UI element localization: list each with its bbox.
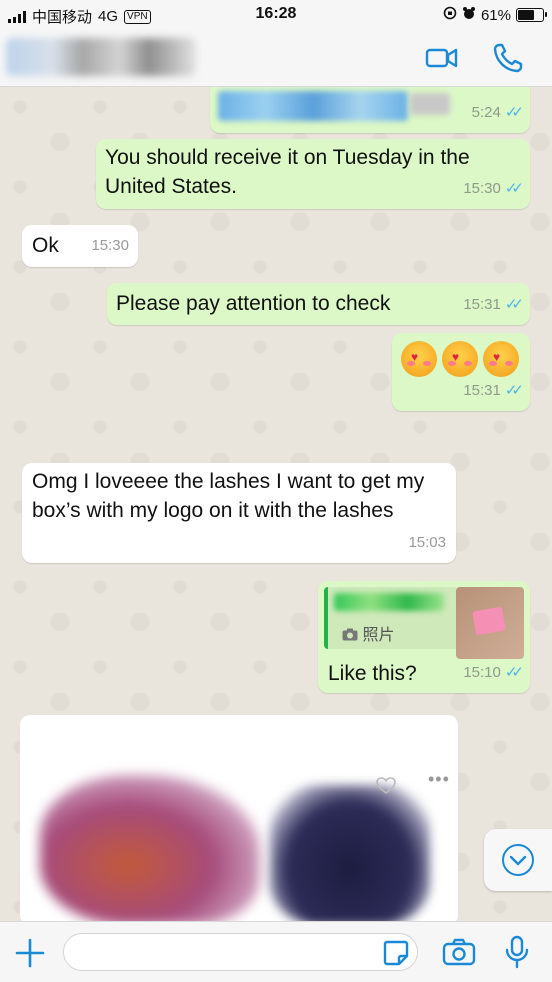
- message-bubble-incoming[interactable]: Ok 15:30: [22, 225, 138, 267]
- chat-header: [0, 30, 552, 87]
- message-bubble-outgoing[interactable]: Please pay attention to check 15:31 ✓✓: [107, 283, 530, 325]
- message-time: 15:03: [408, 534, 446, 551]
- chat-area[interactable]: 5:24 ✓✓ You should receive it on Tuesday …: [0, 87, 552, 921]
- more-options-icon[interactable]: •••: [428, 769, 450, 790]
- battery-percent: 61%: [480, 6, 511, 24]
- camera-icon: [342, 627, 362, 644]
- scroll-to-bottom-button[interactable]: [484, 829, 552, 891]
- smiling-face-with-hearts-icon: [483, 341, 519, 377]
- camera-icon[interactable]: [442, 937, 476, 972]
- read-ticks-icon: ✓✓: [504, 382, 524, 399]
- reply-quote[interactable]: 照片: [324, 587, 458, 649]
- message-text: You should receive it on Tuesday in the …: [105, 146, 470, 198]
- redacted-image-region: [40, 775, 260, 921]
- message-text: Please pay attention to check: [116, 292, 391, 315]
- redacted-text: [218, 91, 408, 121]
- contact-name-redacted[interactable]: [6, 38, 196, 76]
- redacted-text: [410, 93, 450, 115]
- plus-icon[interactable]: [14, 937, 46, 974]
- video-call-icon[interactable]: [424, 40, 460, 76]
- message-text: Like this?: [328, 662, 417, 685]
- smiling-face-with-hearts-icon: [442, 341, 478, 377]
- alarm-icon: [462, 6, 476, 24]
- message-bubble-outgoing[interactable]: 15:31✓✓: [392, 333, 530, 411]
- redacted-image-region: [270, 785, 430, 921]
- read-ticks-icon: ✓✓: [504, 664, 524, 681]
- smiling-face-with-hearts-icon: [401, 341, 437, 377]
- quote-label: 照片: [342, 621, 394, 650]
- message-time: 5:24 ✓✓: [471, 104, 524, 121]
- chevron-down-icon: [502, 844, 534, 876]
- message-time: 15:31 ✓✓: [463, 296, 524, 313]
- message-bubble-outgoing[interactable]: You should receive it on Tuesday in the …: [96, 139, 530, 209]
- quoted-photo-thumbnail[interactable]: [456, 587, 524, 659]
- redacted-quote-sender: [334, 593, 444, 611]
- message-time: 15:30 ✓✓: [463, 180, 524, 197]
- message-bubble-outgoing[interactable]: 5:24 ✓✓: [210, 87, 530, 133]
- message-bubble-incoming[interactable]: Omg I loveeee the lashes I want to get m…: [22, 463, 456, 563]
- microphone-icon[interactable]: [504, 935, 530, 974]
- emoji-row: [401, 341, 524, 377]
- status-bar: 中国移动 4G VPN 16:28 61%: [0, 0, 552, 30]
- heart-icon[interactable]: [376, 777, 396, 800]
- message-text: Omg I loveeee the lashes I want to get m…: [32, 470, 425, 522]
- image-message[interactable]: •••: [20, 715, 458, 921]
- message-text: Ok: [32, 234, 59, 257]
- message-input[interactable]: [63, 933, 418, 971]
- message-time: 15:30: [91, 237, 129, 254]
- battery-icon: [516, 8, 547, 22]
- message-time: 15:10 ✓✓: [463, 664, 524, 681]
- read-ticks-icon: ✓✓: [504, 296, 524, 313]
- status-right: 61%: [443, 6, 547, 24]
- read-ticks-icon: ✓✓: [504, 104, 524, 121]
- read-ticks-icon: ✓✓: [504, 180, 524, 197]
- phone-icon[interactable]: [490, 40, 526, 76]
- sticker-icon[interactable]: [382, 939, 410, 972]
- message-input-bar: [0, 921, 552, 982]
- orientation-lock-icon: [443, 6, 457, 24]
- message-bubble-outgoing[interactable]: 照片 Like this? 15:10 ✓✓: [318, 581, 530, 693]
- message-time: 15:31 ✓✓: [463, 382, 524, 399]
